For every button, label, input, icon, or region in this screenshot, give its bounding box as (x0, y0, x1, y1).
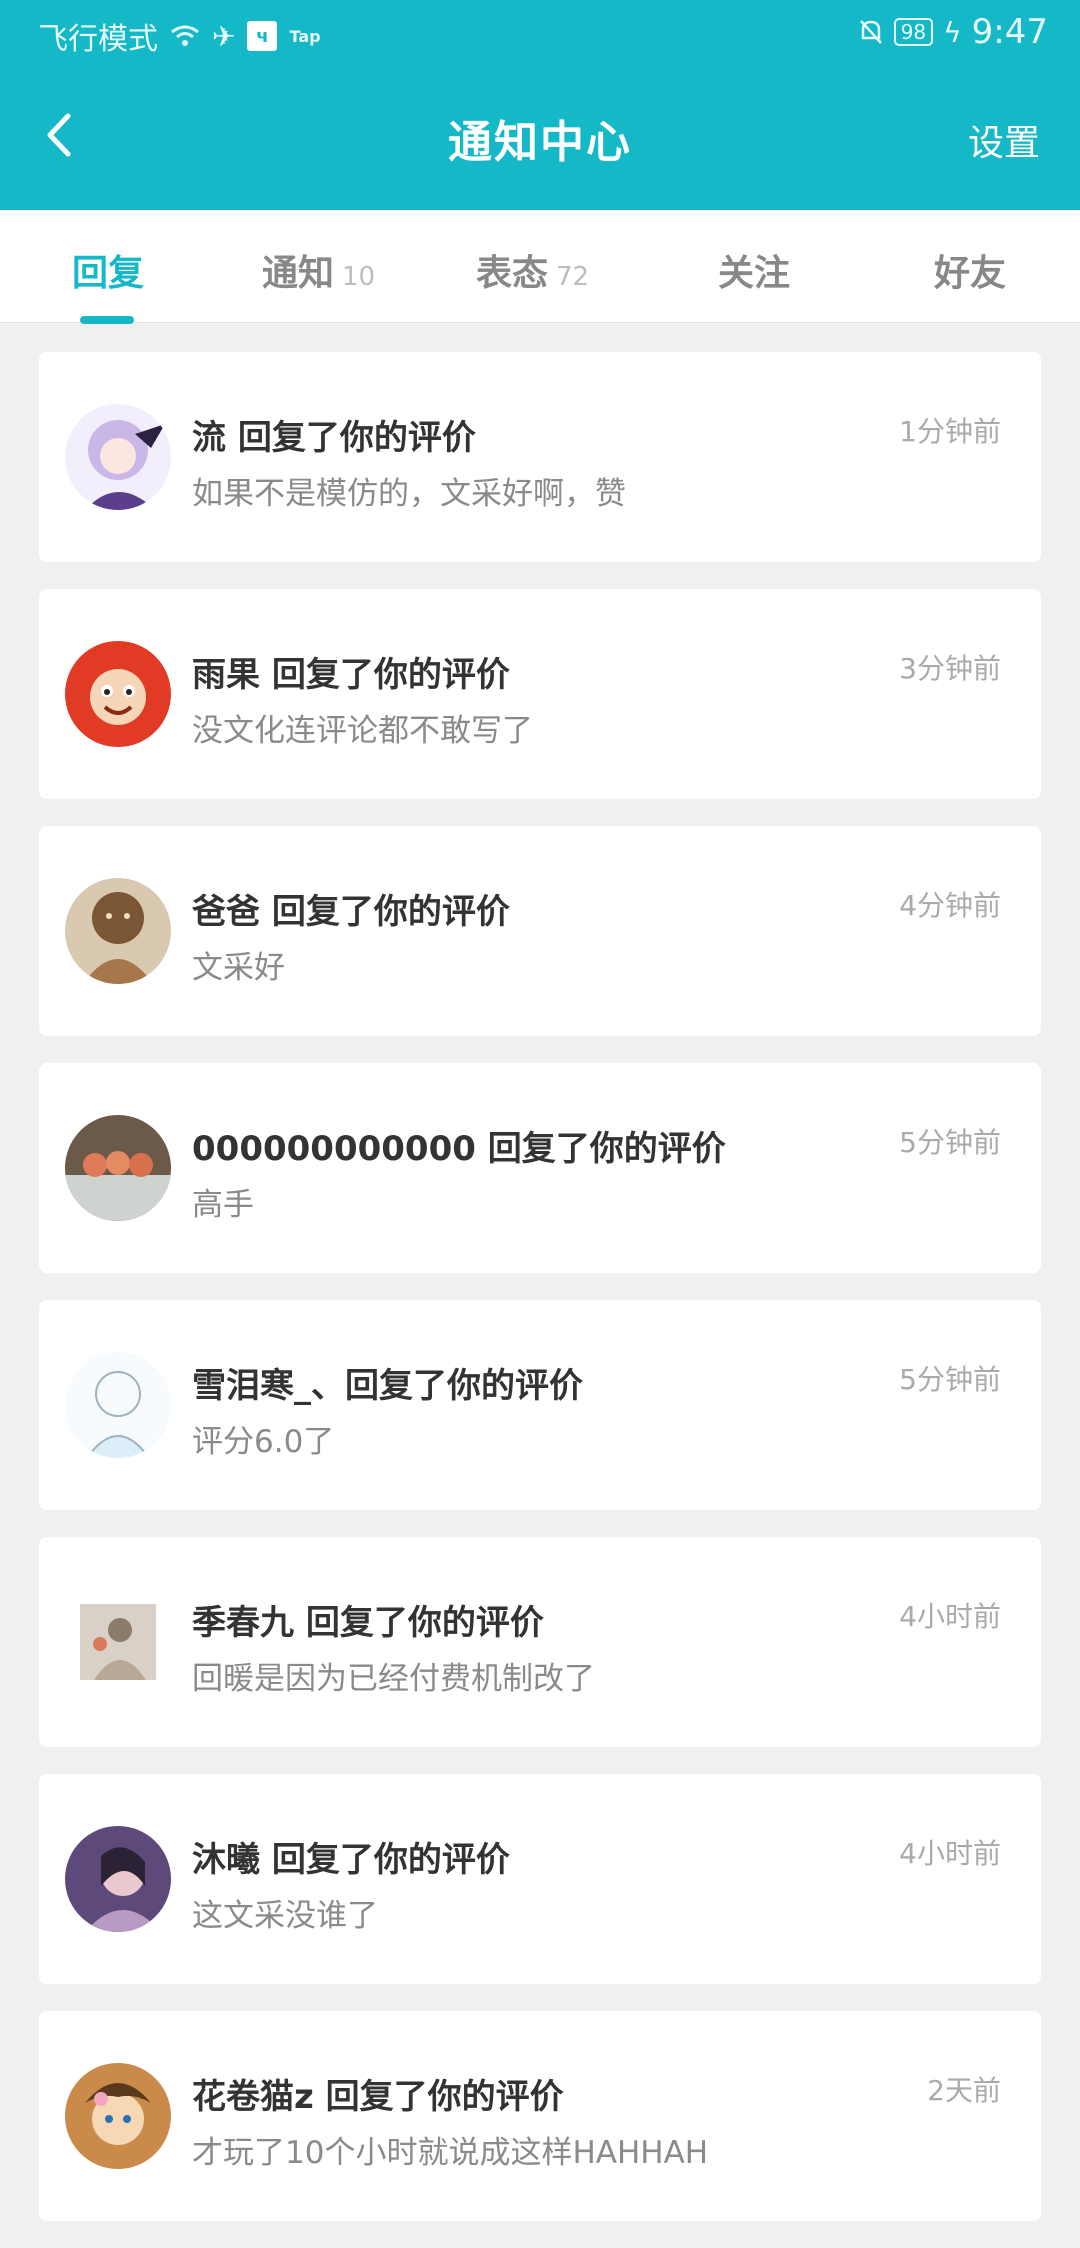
item-body: 回暖是因为已经付费机制改了 (192, 1661, 595, 1697)
item-body: 如果不是模仿的，文采好啊，赞 (192, 476, 626, 512)
tab-bar: 回复 通知 10 表态 72 关注 好友 (0, 210, 1080, 323)
item-time: 4小时前 (899, 1837, 1001, 1870)
item-title: 雨果 回复了你的评价 (192, 655, 510, 695)
top-bar: 飞行模式 ✈ ч Tap 98 ϟ 9:47 通知中心 设置 (0, 0, 1080, 210)
tab-follow[interactable]: 关注 (718, 244, 790, 296)
active-tab-indicator (80, 316, 134, 324)
item-title: 流 回复了你的评价 (192, 418, 476, 458)
item-time: 4分钟前 (899, 889, 1001, 922)
app-notification-icon: ч (247, 21, 278, 51)
list-item[interactable]: 沐曦 回复了你的评价 4小时前 这文采没谁了 (39, 1774, 1041, 1984)
list-item[interactable]: 雪泪寒_、回复了你的评价 5分钟前 评分6.0了 (39, 1300, 1041, 1510)
tab-label: 关注 (718, 253, 791, 294)
list-item[interactable]: 花卷猫z 回复了你的评价 2天前 才玩了10个小时就说成这样HAHHAH (39, 2011, 1041, 2221)
tab-notice[interactable]: 通知 10 (262, 244, 375, 296)
item-time: 1分钟前 (899, 415, 1001, 448)
airplane-icon: ✈ (212, 19, 236, 53)
cartoon-avatar[interactable] (65, 2063, 171, 2169)
list-item[interactable]: 季春九 回复了你的评价 4小时前 回暖是因为已经付费机制改了 (39, 1537, 1041, 1747)
tab-label: 回复 (72, 253, 145, 294)
tab-count: 72 (556, 262, 590, 292)
clock: 9:47 (971, 12, 1048, 52)
item-title: 000000000000 回复了你的评价 (192, 1129, 726, 1169)
tap-label: Tap (289, 26, 321, 46)
list-item[interactable]: 雨果 回复了你的评价 3分钟前 没文化连评论都不敢写了 (39, 589, 1041, 799)
list-item[interactable]: 流 回复了你的评价 1分钟前 如果不是模仿的，文采好啊，赞 (39, 352, 1041, 562)
item-title: 花卷猫z 回复了你的评价 (192, 2077, 564, 2117)
item-time: 2天前 (927, 2074, 1001, 2107)
item-title: 爸爸 回复了你的评价 (192, 892, 510, 932)
item-body: 这文采没谁了 (192, 1898, 378, 1934)
item-time: 5分钟前 (899, 1363, 1001, 1396)
tab-label: 表态 (476, 253, 549, 294)
item-time: 3分钟前 (899, 652, 1001, 685)
airplane-mode-label: 飞行模式 (38, 22, 158, 57)
tab-friends[interactable]: 好友 (934, 244, 1006, 296)
item-body: 评分6.0了 (192, 1424, 335, 1460)
anime-girl-avatar[interactable] (65, 404, 171, 510)
settings-button[interactable]: 设置 (968, 114, 1040, 166)
status-bar: 飞行模式 ✈ ч Tap 98 ϟ 9:47 (0, 0, 1080, 66)
tab-label: 通知 (262, 253, 335, 294)
wifi-icon (170, 24, 200, 48)
tab-reply[interactable]: 回复 (72, 244, 144, 296)
food-avatar[interactable] (65, 1115, 171, 1221)
bell-muted-icon (858, 18, 884, 46)
charging-icon: ϟ (943, 15, 962, 49)
item-title: 季春九 回复了你的评价 (192, 1603, 544, 1643)
sketch-avatar[interactable] (65, 1352, 171, 1458)
nav-bar: 通知中心 设置 (0, 66, 1080, 210)
item-body: 才玩了10个小时就说成这样HAHHAH (192, 2135, 709, 2171)
drawing-avatar[interactable] (80, 1604, 156, 1680)
monkey-avatar[interactable] (65, 641, 171, 747)
tab-count: 10 (342, 262, 376, 292)
battery-icon: 98 (893, 18, 934, 46)
item-time: 5分钟前 (899, 1126, 1001, 1159)
item-title: 雪泪寒_、回复了你的评价 (192, 1366, 583, 1406)
item-body: 没文化连评论都不敢写了 (192, 713, 533, 749)
item-title: 沐曦 回复了你的评价 (192, 1840, 510, 1880)
item-body: 文采好 (192, 950, 285, 986)
tab-reaction[interactable]: 表态 72 (476, 244, 589, 296)
page-title: 通知中心 (448, 117, 632, 168)
beast-avatar[interactable] (65, 878, 171, 984)
list-item[interactable]: 000000000000 回复了你的评价 5分钟前 高手 (39, 1063, 1041, 1273)
photo-avatar[interactable] (65, 1826, 171, 1932)
item-body: 高手 (192, 1187, 254, 1223)
tab-label: 好友 (934, 253, 1007, 294)
notification-list: 流 回复了你的评价 1分钟前 如果不是模仿的，文采好啊，赞 雨果 回复了你的评价… (39, 352, 1041, 2248)
item-time: 4小时前 (899, 1600, 1001, 1633)
list-item[interactable]: 爸爸 回复了你的评价 4分钟前 文采好 (39, 826, 1041, 1036)
